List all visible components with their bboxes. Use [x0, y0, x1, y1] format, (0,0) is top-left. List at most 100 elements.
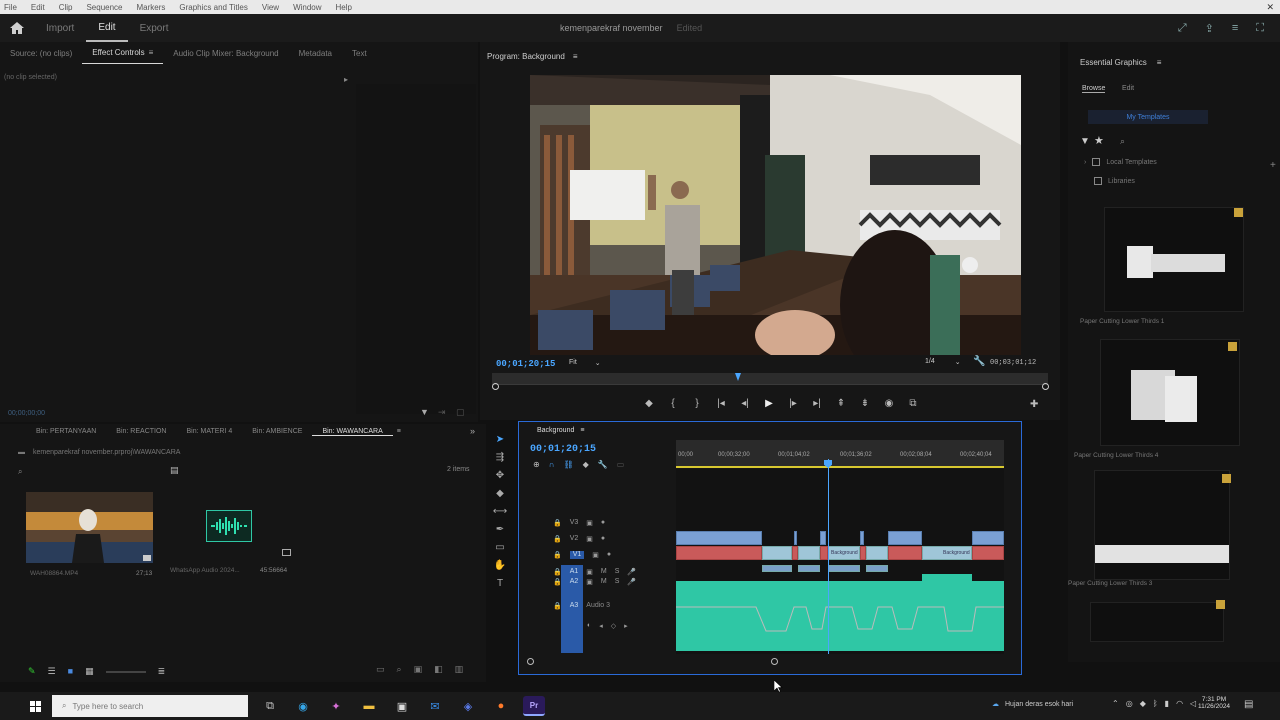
mute-button[interactable]: M	[601, 568, 607, 576]
search-icon[interactable]: ⌕	[1120, 136, 1125, 147]
track-label-v3[interactable]: V3	[570, 519, 579, 527]
eg-tab-edit[interactable]: Edit	[1122, 85, 1134, 92]
slip-tool-icon[interactable]: ⟷	[493, 504, 507, 518]
fit-dropdown[interactable]: Fit ⌄	[569, 359, 601, 367]
clip-v1[interactable]	[866, 546, 888, 560]
keyframe-prev-icon[interactable]: ◂	[599, 622, 603, 630]
add-marker-icon[interactable]: ◆	[640, 398, 658, 409]
scroll-handle-circle-icon[interactable]	[771, 658, 778, 665]
comparison-view-icon[interactable]: ⧉	[904, 398, 922, 409]
new-item-icon[interactable]: ◧	[434, 664, 443, 675]
clip-v1[interactable]	[972, 546, 1004, 560]
template-thumb-4[interactable]	[1090, 602, 1224, 642]
menu-edit[interactable]: Edit	[31, 3, 45, 12]
clip-v2[interactable]	[888, 531, 922, 545]
workspace-menu-icon[interactable]: ≡	[1232, 22, 1238, 34]
premiere-pro-icon[interactable]: Pr	[523, 696, 545, 716]
tab-effect-controls[interactable]: Effect Controls ≡	[82, 42, 164, 64]
zoom-slider[interactable]	[105, 671, 146, 673]
track-label-a1[interactable]: A1	[570, 568, 579, 576]
sort-icon[interactable]: ≣	[158, 666, 166, 677]
clip-a1[interactable]	[866, 565, 888, 572]
eg-filter-icon[interactable]: ▼	[1080, 136, 1090, 147]
panel-menu-icon[interactable]: ≡	[149, 48, 154, 57]
tab-text[interactable]: Text	[342, 42, 377, 64]
mic-icon[interactable]: 🎤	[627, 568, 636, 576]
add-marker-icon[interactable]: ◆	[583, 460, 589, 469]
panel-menu-icon[interactable]: ≡	[1157, 58, 1162, 67]
work-area-bar[interactable]	[676, 466, 1004, 468]
clip-v1[interactable]	[676, 546, 762, 560]
settings-wrench-icon[interactable]: 🔧	[598, 460, 608, 469]
panel-menu-icon[interactable]: ≡	[397, 428, 401, 436]
clip-v1[interactable]: Background	[828, 546, 860, 560]
mark-out-icon[interactable]: }	[688, 398, 706, 409]
tab-source[interactable]: Source: (no clips)	[0, 42, 82, 64]
lock-icon[interactable]: 🔒	[553, 519, 562, 527]
scroll-handle-circle-icon[interactable]	[527, 658, 534, 665]
track-label-v1[interactable]: V1	[569, 551, 585, 559]
lift-icon[interactable]: ⇞	[832, 398, 850, 409]
favorites-star-icon[interactable]: ★	[1094, 134, 1104, 147]
clip-v1[interactable]	[762, 546, 792, 560]
write-protect-icon[interactable]: ✎	[28, 666, 36, 677]
bluetooth-icon[interactable]: ᛒ	[1153, 699, 1158, 708]
insert-overwrite-icon[interactable]: ⊕	[533, 460, 540, 469]
sync-icon[interactable]: ▣	[586, 578, 593, 586]
close-icon[interactable]: ✕	[1266, 2, 1274, 13]
bin-search[interactable]: ⌕	[18, 466, 146, 478]
bin-tab-pertanyaan[interactable]: Bin: PERTANYAAN	[26, 428, 106, 436]
selection-tool-icon[interactable]: ➤	[493, 432, 507, 446]
taskbar-search[interactable]: ⌕ Type here to search	[52, 695, 248, 717]
notification-icon[interactable]: ▤	[1244, 699, 1253, 710]
go-to-in-icon[interactable]: |◂	[712, 398, 730, 409]
add-icon[interactable]: +	[1270, 160, 1276, 171]
mail-icon[interactable]: ✉	[424, 696, 446, 716]
program-menu-icon[interactable]: ≡	[573, 52, 578, 61]
tree-libraries[interactable]: Libraries	[1094, 177, 1135, 185]
clip-v1[interactable]	[888, 546, 922, 560]
eye-icon[interactable]: ●	[601, 535, 605, 543]
clip-v2[interactable]	[794, 531, 797, 545]
clip-a1[interactable]	[828, 565, 860, 572]
track-label-a2[interactable]: A2	[570, 578, 579, 586]
in-point-circle-icon[interactable]	[492, 383, 499, 390]
track-label-a3[interactable]: A3	[570, 602, 579, 610]
out-point-circle-icon[interactable]	[1042, 383, 1049, 390]
copilot-icon[interactable]: ✦	[325, 696, 347, 716]
solo-button[interactable]: S	[615, 568, 620, 576]
sync-icon[interactable]: ▣	[586, 568, 593, 576]
mic-icon[interactable]: 🎤	[627, 578, 636, 586]
windows-start-icon[interactable]	[30, 701, 41, 712]
tree-local-templates[interactable]: › Local Templates	[1084, 158, 1157, 166]
lock-icon[interactable]: 🔒	[553, 602, 562, 610]
captions-icon[interactable]: ▭	[617, 460, 625, 469]
chevron-up-icon[interactable]: ⌃	[1112, 699, 1119, 708]
program-timecode[interactable]: 00;01;20;15	[496, 359, 555, 369]
keyframe-add-icon[interactable]: ◇	[611, 622, 616, 630]
freeform-view-icon[interactable]: ▦	[85, 666, 94, 677]
track-select-icon[interactable]: ⇶	[493, 450, 507, 464]
share-icon[interactable]: ⇪	[1205, 22, 1214, 35]
step-forward-icon[interactable]: |▸	[784, 398, 802, 409]
clip-a3[interactable]	[676, 581, 1004, 651]
pen-tool-icon[interactable]: ✒	[493, 522, 507, 536]
menu-help[interactable]: Help	[336, 3, 352, 12]
clip-v2[interactable]	[860, 531, 864, 545]
new-bin-icon[interactable]: ▣	[414, 664, 423, 675]
bin-tab-materi[interactable]: Bin: MATERI 4	[176, 428, 242, 436]
edge-icon[interactable]: ◉	[292, 696, 314, 716]
extract-icon[interactable]: ⇟	[856, 398, 874, 409]
weather-widget[interactable]: ☁ Hujan deras esok hari	[992, 700, 1073, 709]
clip-v1[interactable]	[820, 546, 828, 560]
volume-knob-icon[interactable]: ◐	[587, 622, 591, 630]
more-panels-icon[interactable]: »	[470, 426, 475, 436]
program-playhead[interactable]	[735, 373, 741, 381]
bin-tab-ambience[interactable]: Bin: AMBIENCE	[242, 428, 312, 436]
play-only-icon[interactable]: ▸	[344, 75, 348, 84]
resolution-dropdown[interactable]: 1/4 ⌄	[925, 358, 961, 366]
media-thumb-audio[interactable]	[206, 510, 252, 542]
firefox-icon[interactable]: ●	[490, 696, 512, 716]
solo-button[interactable]: S	[615, 578, 620, 586]
menu-file[interactable]: File	[4, 3, 17, 12]
